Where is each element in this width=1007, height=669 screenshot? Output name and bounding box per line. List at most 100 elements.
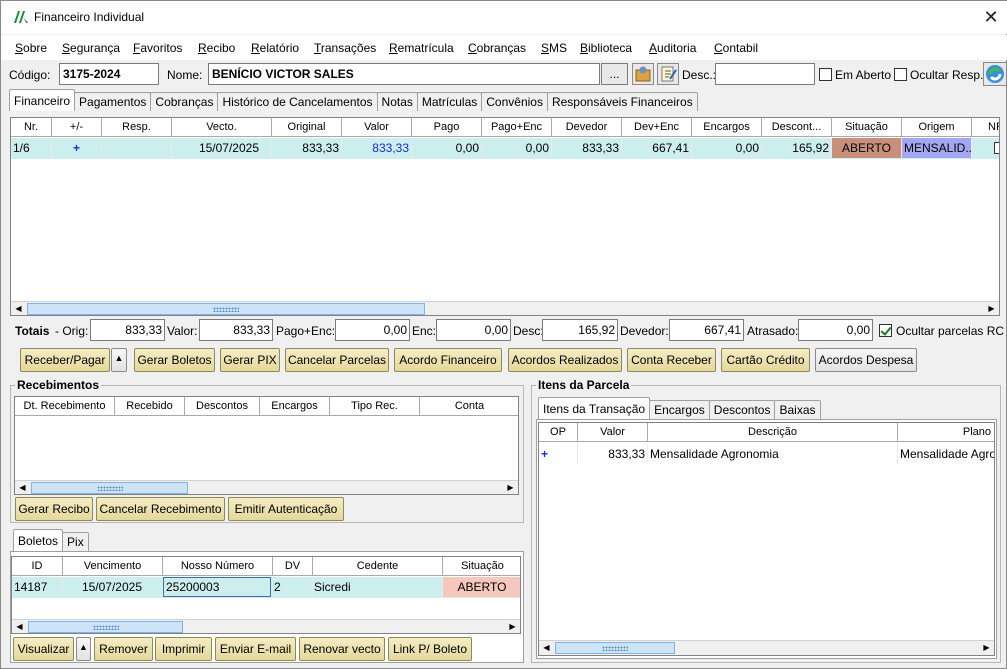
emitir-autenticacao-button[interactable]: Emitir Autenticação bbox=[228, 497, 344, 521]
menu-rematricula[interactable]: Rematrícula bbox=[389, 41, 454, 55]
tab-financeiro[interactable]: Financeiro bbox=[9, 89, 76, 111]
gerar-boletos-button[interactable]: Gerar Boletos bbox=[134, 348, 215, 372]
acordos-despesa-button[interactable]: Acordos Despesa bbox=[815, 348, 917, 372]
itens-hscroll[interactable]: ◀ ▶ bbox=[539, 640, 994, 655]
tab-notas[interactable]: Notas bbox=[376, 92, 418, 111]
desc-field[interactable] bbox=[715, 63, 815, 85]
col-vencimento[interactable]: Vencimento bbox=[63, 557, 163, 576]
orig-field[interactable]: 833,33 bbox=[90, 319, 165, 341]
col-valor-item[interactable]: Valor bbox=[578, 423, 648, 442]
close-button[interactable]: ✕ bbox=[976, 4, 1006, 30]
tab-baixas[interactable]: Baixas bbox=[774, 400, 821, 419]
visualizar-button[interactable]: Visualizar bbox=[13, 637, 74, 661]
person-card-icon[interactable] bbox=[632, 63, 654, 85]
enviar-email-button[interactable]: Enviar E-mail bbox=[215, 637, 296, 661]
edit-notes-icon[interactable] bbox=[657, 63, 679, 85]
ocultar-resp-checkbox[interactable] bbox=[894, 68, 907, 81]
parcelas-hscroll[interactable]: ◀ ▶ bbox=[11, 301, 999, 315]
menu-auditoria[interactable]: Auditoria bbox=[649, 41, 696, 55]
cell-nosso-numero[interactable]: 25200003 bbox=[163, 577, 271, 597]
col-situacao[interactable]: Situação bbox=[832, 118, 902, 137]
col-plano[interactable]: Plano bbox=[898, 423, 994, 442]
menu-sms[interactable]: SMS bbox=[541, 41, 567, 55]
search-name-button[interactable]: ... bbox=[601, 63, 628, 85]
col-origem[interactable]: Origem bbox=[902, 118, 972, 137]
ocultar-rc-checkbox[interactable] bbox=[879, 324, 892, 337]
menu-sobre[interactable]: Sobre bbox=[15, 41, 47, 55]
col-dt-recebimento[interactable]: Dt. Recebimento bbox=[15, 397, 115, 416]
scroll-thumb[interactable] bbox=[555, 642, 675, 654]
table-row[interactable]: + 833,33 Mensalidade Agronomia Mensalida… bbox=[539, 444, 994, 464]
col-original[interactable]: Original bbox=[272, 118, 342, 137]
col-encargos-rec[interactable]: Encargos bbox=[260, 397, 330, 416]
boletos-hscroll[interactable]: ◀ ▶ bbox=[12, 619, 520, 633]
add-icon[interactable]: + bbox=[52, 138, 102, 158]
add-icon[interactable]: + bbox=[541, 444, 578, 464]
col-nf[interactable]: NF bbox=[972, 118, 999, 137]
col-cedente[interactable]: Cedente bbox=[313, 557, 443, 576]
atrasado-field[interactable]: 0,00 bbox=[798, 319, 873, 341]
scroll-left-icon[interactable]: ◀ bbox=[15, 481, 30, 494]
table-row[interactable]: 1/6 + 15/07/2025 833,33 833,33 0,00 0,00… bbox=[11, 138, 999, 159]
valor-field[interactable]: 833,33 bbox=[199, 319, 273, 341]
menu-contabil[interactable]: Contabil bbox=[714, 41, 758, 55]
tab-descontos[interactable]: Descontos bbox=[708, 400, 776, 419]
col-conta[interactable]: Conta bbox=[420, 397, 518, 416]
menu-cobrancas[interactable]: Cobranças bbox=[468, 41, 526, 55]
renovar-vecto-button[interactable]: Renovar vecto bbox=[299, 637, 385, 661]
acordos-realizados-button[interactable]: Acordos Realizados bbox=[508, 348, 622, 372]
codigo-field[interactable]: 3175-2024 bbox=[59, 63, 159, 85]
tab-matriculas[interactable]: Matrículas bbox=[416, 92, 483, 111]
col-dv[interactable]: DV bbox=[273, 557, 313, 576]
col-nr[interactable]: Nr. bbox=[11, 118, 52, 137]
receber-pagar-button[interactable]: Receber/Pagar bbox=[20, 348, 110, 372]
scroll-thumb[interactable] bbox=[28, 621, 183, 633]
cartao-credito-button[interactable]: Cartão Crédito bbox=[721, 348, 810, 372]
cancelar-parcelas-button[interactable]: Cancelar Parcelas bbox=[285, 348, 389, 372]
col-descricao[interactable]: Descrição bbox=[648, 423, 898, 442]
desc-total-field[interactable]: 165,92 bbox=[542, 319, 618, 341]
enc-field[interactable]: 0,00 bbox=[436, 319, 511, 341]
tab-itens-transacao[interactable]: Itens da Transação bbox=[538, 397, 651, 419]
gerar-recibo-button[interactable]: Gerar Recibo bbox=[15, 497, 93, 521]
tab-historico-cancelamentos[interactable]: Histórico de Cancelamentos bbox=[217, 92, 378, 111]
cancelar-recebimento-button[interactable]: Cancelar Recebimento bbox=[96, 497, 225, 521]
col-dev-enc[interactable]: Dev+Enc bbox=[622, 118, 692, 137]
pago-enc-field[interactable]: 0,00 bbox=[335, 319, 410, 341]
recebimentos-hscroll[interactable]: ◀ ▶ bbox=[15, 480, 518, 494]
col-valor[interactable]: Valor bbox=[342, 118, 412, 137]
tab-pagamentos[interactable]: Pagamentos bbox=[74, 92, 152, 111]
scroll-right-icon[interactable]: ▶ bbox=[505, 620, 520, 633]
col-pago-enc[interactable]: Pago+Enc bbox=[482, 118, 552, 137]
menu-favoritos[interactable]: Favoritos bbox=[133, 41, 182, 55]
menu-biblioteca[interactable]: Biblioteca bbox=[580, 41, 632, 55]
scroll-left-icon[interactable]: ◀ bbox=[539, 641, 554, 655]
gerar-pix-button[interactable]: Gerar PIX bbox=[220, 348, 280, 372]
receber-dropdown-icon[interactable]: ▲ bbox=[111, 348, 127, 372]
link-boleto-button[interactable]: Link P/ Boleto bbox=[388, 637, 472, 661]
col-vecto[interactable]: Vecto. bbox=[172, 118, 272, 137]
col-devedor[interactable]: Devedor bbox=[552, 118, 622, 137]
menu-transacoes[interactable]: Transações bbox=[314, 41, 376, 55]
col-id[interactable]: ID bbox=[12, 557, 63, 576]
menu-recibo[interactable]: Recibo bbox=[198, 41, 235, 55]
tab-boletos[interactable]: Boletos bbox=[13, 529, 64, 551]
col-situacao-boleto[interactable]: Situação bbox=[443, 557, 520, 576]
menu-relatorio[interactable]: Relatório bbox=[251, 41, 299, 55]
col-pago[interactable]: Pago bbox=[412, 118, 482, 137]
devedor-field[interactable]: 667,41 bbox=[669, 319, 744, 341]
visualizar-dropdown-icon[interactable]: ▲ bbox=[76, 637, 91, 661]
col-op[interactable]: OP bbox=[539, 423, 578, 442]
col-recebido[interactable]: Recebido bbox=[115, 397, 185, 416]
remover-button[interactable]: Remover bbox=[94, 637, 153, 661]
tab-responsaveis-financeiros[interactable]: Responsáveis Financeiros bbox=[546, 92, 698, 111]
conta-receber-button[interactable]: Conta Receber bbox=[627, 348, 716, 372]
scroll-right-icon[interactable]: ▶ bbox=[979, 641, 994, 655]
col-plus-minus[interactable]: +/- bbox=[52, 118, 102, 137]
nome-field[interactable]: BENÍCIO VICTOR SALES bbox=[208, 63, 600, 85]
tab-cobrancas[interactable]: Cobranças bbox=[150, 92, 219, 111]
menu-seguranca[interactable]: Segurança bbox=[62, 41, 120, 55]
scroll-right-icon[interactable]: ▶ bbox=[503, 481, 518, 494]
col-descontos[interactable]: Descontos bbox=[185, 397, 260, 416]
tab-convenios[interactable]: Convênios bbox=[481, 92, 548, 111]
